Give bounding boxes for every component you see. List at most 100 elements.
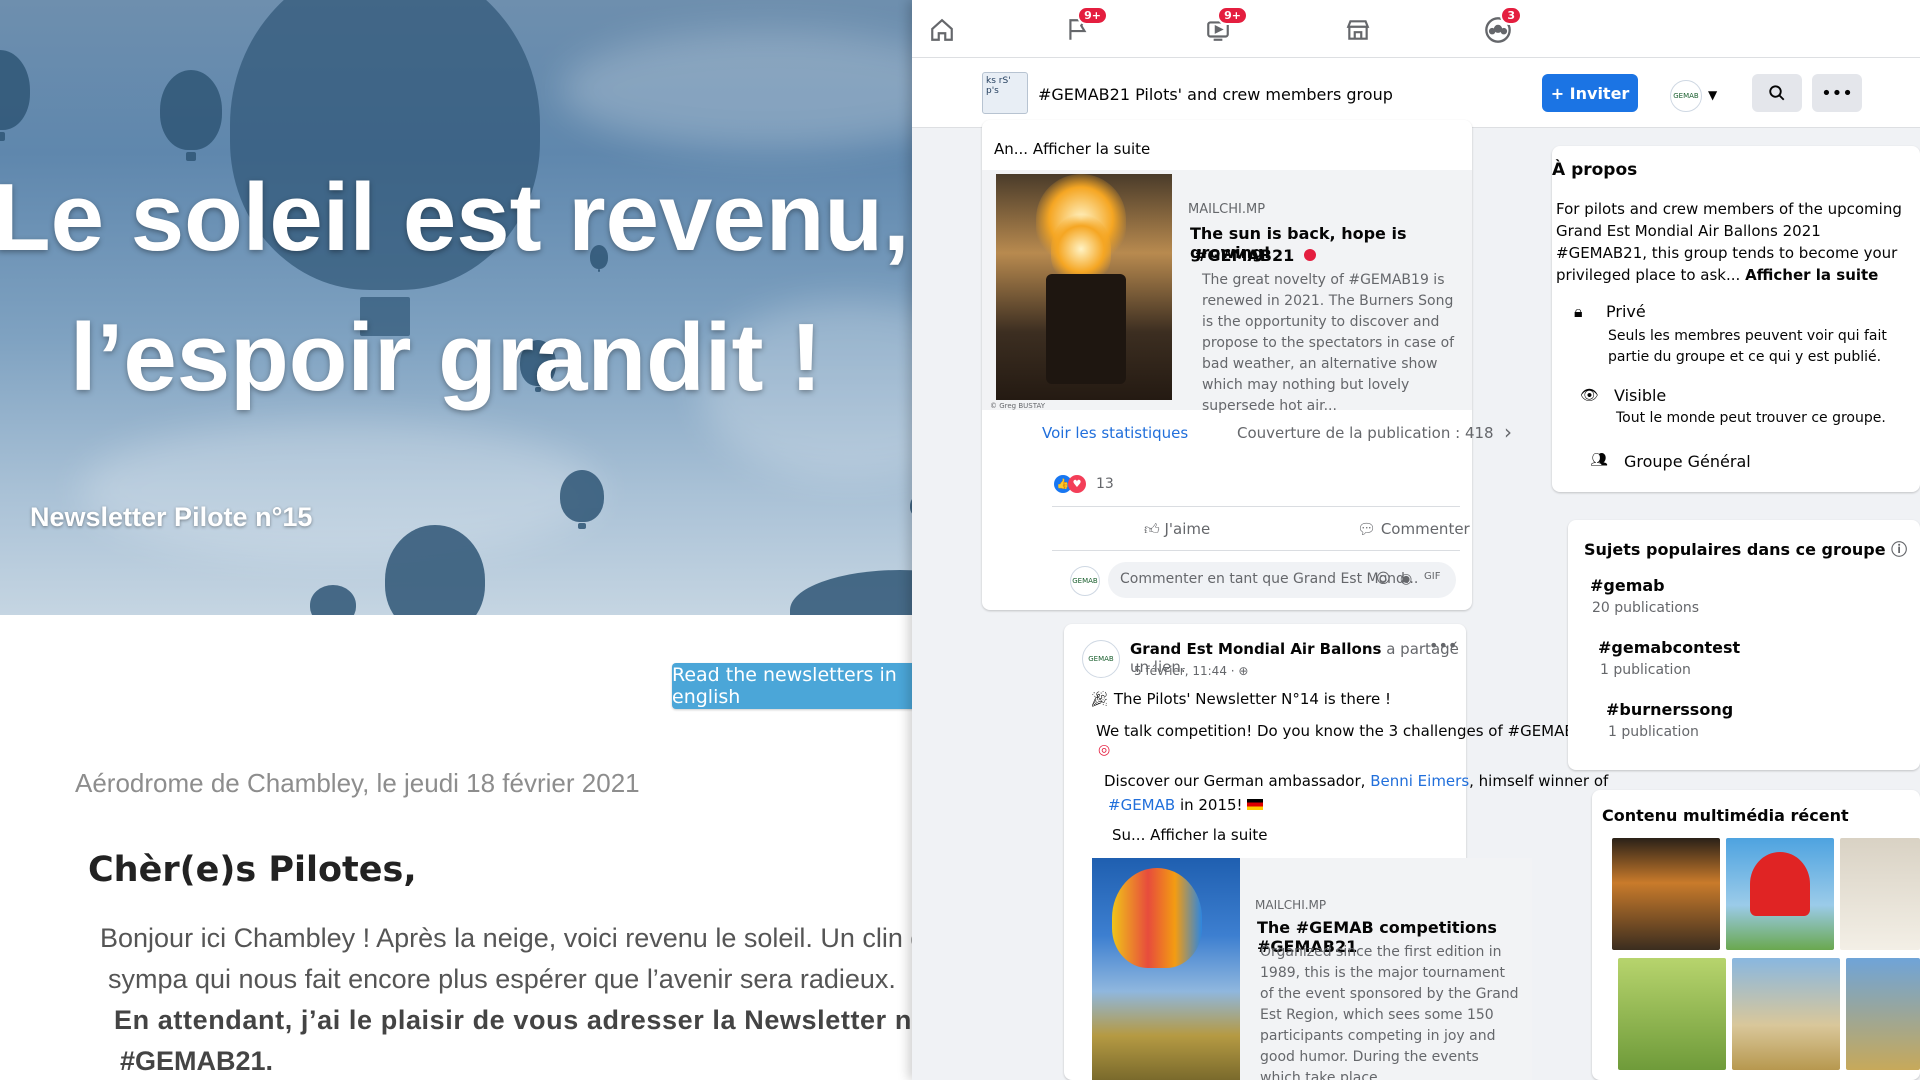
marketplace-icon[interactable] xyxy=(1342,14,1374,46)
comment-button[interactable]: 💬︎ Commenter xyxy=(1357,520,1470,538)
balloon-shape xyxy=(560,470,604,530)
chevron-right-icon[interactable]: › xyxy=(1504,420,1512,444)
page-avatar[interactable]: GEMAB xyxy=(1670,80,1702,112)
link-preview[interactable]: MAILCHI.MP The sun is back, hope is grow… xyxy=(982,170,1472,414)
divider xyxy=(1052,550,1460,551)
post-line: We talk competition! Do you know the 3 c… xyxy=(1096,722,1583,740)
post-truncated-text[interactable]: An... Afficher la suite xyxy=(994,140,1150,158)
media-thumbnail[interactable] xyxy=(1726,838,1834,950)
emoji-icon[interactable]: ☺ xyxy=(1376,571,1391,587)
balloon-shape xyxy=(0,50,30,142)
media-thumbnail[interactable] xyxy=(1846,958,1920,1070)
hero-title-line2: l’espoir grandit ! xyxy=(70,304,823,411)
post-line-text: The Pilots' Newsletter N°14 is there ! xyxy=(1113,690,1391,708)
comment-placeholder: Commenter en tant que Grand Est Mond... xyxy=(1120,571,1419,587)
media-thumbnail[interactable] xyxy=(1612,838,1720,950)
speech-bubble-icon: 💬︎ xyxy=(1357,520,1377,538)
chevron-down-icon[interactable]: ▼ xyxy=(1708,88,1717,102)
topics-title-text: Sujets populaires dans ce groupe xyxy=(1584,540,1886,559)
lock-icon: 🔒︎ xyxy=(1574,302,1583,321)
post-truncated-text[interactable]: Su... Afficher la suite xyxy=(1112,826,1268,844)
topic-tag[interactable]: #gemab xyxy=(1590,576,1665,595)
post-line: 🎉︎ The Pilots' Newsletter N°14 is there … xyxy=(1090,690,1391,708)
balloon-field-photo xyxy=(1092,858,1240,1080)
screenshot-root: Le soleil est revenu, l’espoir grandit !… xyxy=(0,0,1920,1080)
groups-icon[interactable]: 3 xyxy=(1482,6,1522,46)
photo-credit: © Greg BUSTAY xyxy=(990,402,1045,410)
balloon-shape xyxy=(160,70,222,162)
post-line-text: , himself winner of xyxy=(1469,772,1609,790)
media-thumbnail[interactable] xyxy=(1618,958,1726,1070)
like-button[interactable]: 👍︎ J'aime xyxy=(1144,520,1210,539)
see-more-link[interactable]: Afficher la suite xyxy=(1745,266,1878,284)
home-icon[interactable] xyxy=(926,14,958,46)
germany-flag-icon xyxy=(1247,799,1264,810)
post-line: Discover our German ambassador, Benni Ei… xyxy=(1104,772,1608,790)
topic-count: 1 publication xyxy=(1600,662,1691,678)
globe-icon: ⊕ xyxy=(1238,664,1249,678)
balloon-shape xyxy=(1112,868,1202,968)
party-icon: 🎉︎ xyxy=(1090,690,1110,708)
hashtag-link[interactable]: #GEMAB xyxy=(1108,796,1175,814)
search-button[interactable] xyxy=(1752,74,1802,112)
ellipsis-icon: ••• xyxy=(1821,82,1853,104)
facebook-panel: 9+ 9+ 3 ks rS' p's #GEMAB21 Pilots' and … xyxy=(912,0,1920,1080)
post-options-icon[interactable]: ••• xyxy=(1429,636,1457,655)
link-title-tag: #GEMAB21 xyxy=(1194,246,1316,265)
heart-balloon-shape xyxy=(1750,852,1810,916)
watch-video-icon[interactable]: 9+ xyxy=(1202,6,1248,46)
camera-icon[interactable]: ◉ xyxy=(1400,571,1412,587)
hero-title-line1: Le soleil est revenu, xyxy=(0,164,910,271)
hero-title: Le soleil est revenu, l’espoir grandit ! xyxy=(0,148,1015,428)
media-thumbnail[interactable] xyxy=(1732,958,1840,1070)
group-type-label: Groupe Général xyxy=(1624,452,1751,471)
gif-icon[interactable]: GIF xyxy=(1424,571,1440,582)
newsletter-panel: Le soleil est revenu, l’espoir grandit !… xyxy=(0,0,1060,1080)
topic-count: 20 publications xyxy=(1592,600,1700,616)
group-name[interactable]: #GEMAB21 Pilots' and crew members group xyxy=(1038,85,1393,104)
timestamp-text: 5 février, 11:44 · xyxy=(1134,664,1239,678)
author-avatar[interactable]: GEMAB xyxy=(1082,640,1120,678)
media-thumbnail[interactable] xyxy=(1840,838,1920,950)
author-name[interactable]: Grand Est Mondial Air Ballons xyxy=(1130,640,1381,658)
group-header-bar: ks rS' p's #GEMAB21 Pilots' and crew mem… xyxy=(912,58,1920,128)
link-preview[interactable]: MAILCHI.MP The #GEMAB competitions #GEMA… xyxy=(1092,858,1532,1080)
love-reaction-icon: ♥ xyxy=(1068,475,1086,493)
ambassador-link[interactable]: Benni Eimers xyxy=(1370,772,1469,790)
eye-icon: 👁︎ xyxy=(1580,386,1600,404)
commenter-avatar: GEMAB xyxy=(1070,566,1100,596)
link-description: Organized since the first edition in 198… xyxy=(1260,944,1519,1080)
greeting-heading: Chèr(e)s Pilotes, xyxy=(88,850,417,890)
post-line-text: Discover our German ambassador, xyxy=(1104,772,1371,790)
media-title: Contenu multimédia récent xyxy=(1602,806,1849,825)
paragraph-bold-line: En attendant, j’ai le plaisir de vous ad… xyxy=(114,1005,997,1035)
notification-badge: 3 xyxy=(1500,6,1522,25)
info-icon[interactable]: ⓘ xyxy=(1891,540,1907,559)
visibility-description: Tout le monde peut trouver ce groupe. xyxy=(1616,410,1886,426)
link-domain: MAILCHI.MP xyxy=(1255,898,1327,912)
link-description: The great novelty of #GEMAB19 is renewed… xyxy=(1202,272,1455,414)
search-icon xyxy=(1769,85,1785,101)
privacy-description: Seuls les membres peuvent voir qui fait … xyxy=(1608,328,1887,365)
topics-title: Sujets populaires dans ce groupe ⓘ xyxy=(1584,536,1907,560)
notification-badge: 9+ xyxy=(1077,6,1108,25)
comment-label: Commenter xyxy=(1380,520,1470,538)
pages-flag-icon[interactable]: 9+ xyxy=(1062,6,1108,46)
invite-button[interactable]: + Inviter xyxy=(1542,74,1638,112)
paragraph-line: sympa qui nous fait encore plus espérer … xyxy=(108,964,896,994)
more-options-button[interactable]: ••• xyxy=(1812,74,1862,112)
post-timestamp[interactable]: 5 février, 11:44 · ⊕ xyxy=(1134,664,1248,678)
thumbs-up-icon: 👍︎ xyxy=(1144,520,1160,538)
about-title: À propos xyxy=(1552,160,1638,180)
group-thumbnail[interactable]: ks rS' p's xyxy=(982,72,1028,114)
notification-badge: 9+ xyxy=(1217,6,1248,25)
topic-tag[interactable]: #gemabcontest xyxy=(1598,638,1740,657)
hero-banner: Le soleil est revenu, l’espoir grandit !… xyxy=(0,0,1015,615)
view-stats-link[interactable]: Voir les statistiques xyxy=(1042,424,1188,442)
media-card: Contenu multimédia récent xyxy=(1592,790,1920,1080)
post-line: #GEMAB in 2015! xyxy=(1108,796,1264,814)
balloon-shape xyxy=(310,585,356,615)
reaction-count[interactable]: 13 xyxy=(1096,476,1114,492)
topic-tag[interactable]: #burnerssong xyxy=(1606,700,1733,719)
comment-input[interactable]: Commenter en tant que Grand Est Mond... … xyxy=(1108,562,1456,598)
